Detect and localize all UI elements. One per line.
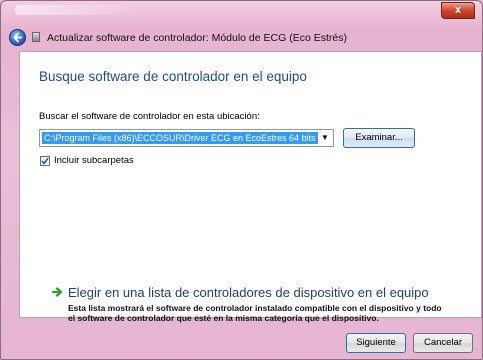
green-arrow-icon[interactable] [52, 286, 64, 298]
page-heading: Busque software de controlador en el equ… [39, 69, 307, 84]
browse-button[interactable]: Examinar... [343, 128, 415, 148]
path-combobox[interactable]: C:\Program Files (x86)\ECCOSUR\Driver EC… [39, 129, 334, 147]
title-bar-glass [15, 5, 135, 15]
close-button[interactable]: x [441, 2, 475, 19]
next-button[interactable]: Siguiente [346, 333, 406, 353]
path-input-value[interactable]: C:\Program Files (x86)\ECCOSUR\Driver EC… [42, 132, 318, 144]
wizard-header: Actualizar software de controlador: Módu… [1, 23, 483, 51]
content-panel: Busque software de controlador en el equ… [19, 51, 482, 323]
device-icon [32, 32, 40, 42]
include-subfolders-label[interactable]: Incluir subcarpetas [54, 155, 134, 166]
checkmark-icon [41, 157, 49, 165]
include-subfolders-checkbox[interactable] [40, 156, 50, 166]
cancel-button[interactable]: Cancelar [413, 333, 473, 353]
back-arrow-icon [13, 32, 23, 43]
window-title: Actualizar software de controlador: Módu… [47, 32, 347, 44]
search-location-label: Buscar el software de controlador en est… [39, 111, 260, 122]
choose-driver-list-link[interactable]: Elegir en una lista de controladores de … [68, 285, 429, 300]
chevron-down-icon[interactable]: ▼ [317, 130, 333, 146]
window-frame: x Actualizar software de controlador: Mó… [0, 0, 483, 360]
choose-driver-list-description: Esta lista mostrará el software de contr… [68, 303, 442, 323]
back-button[interactable] [9, 29, 26, 46]
